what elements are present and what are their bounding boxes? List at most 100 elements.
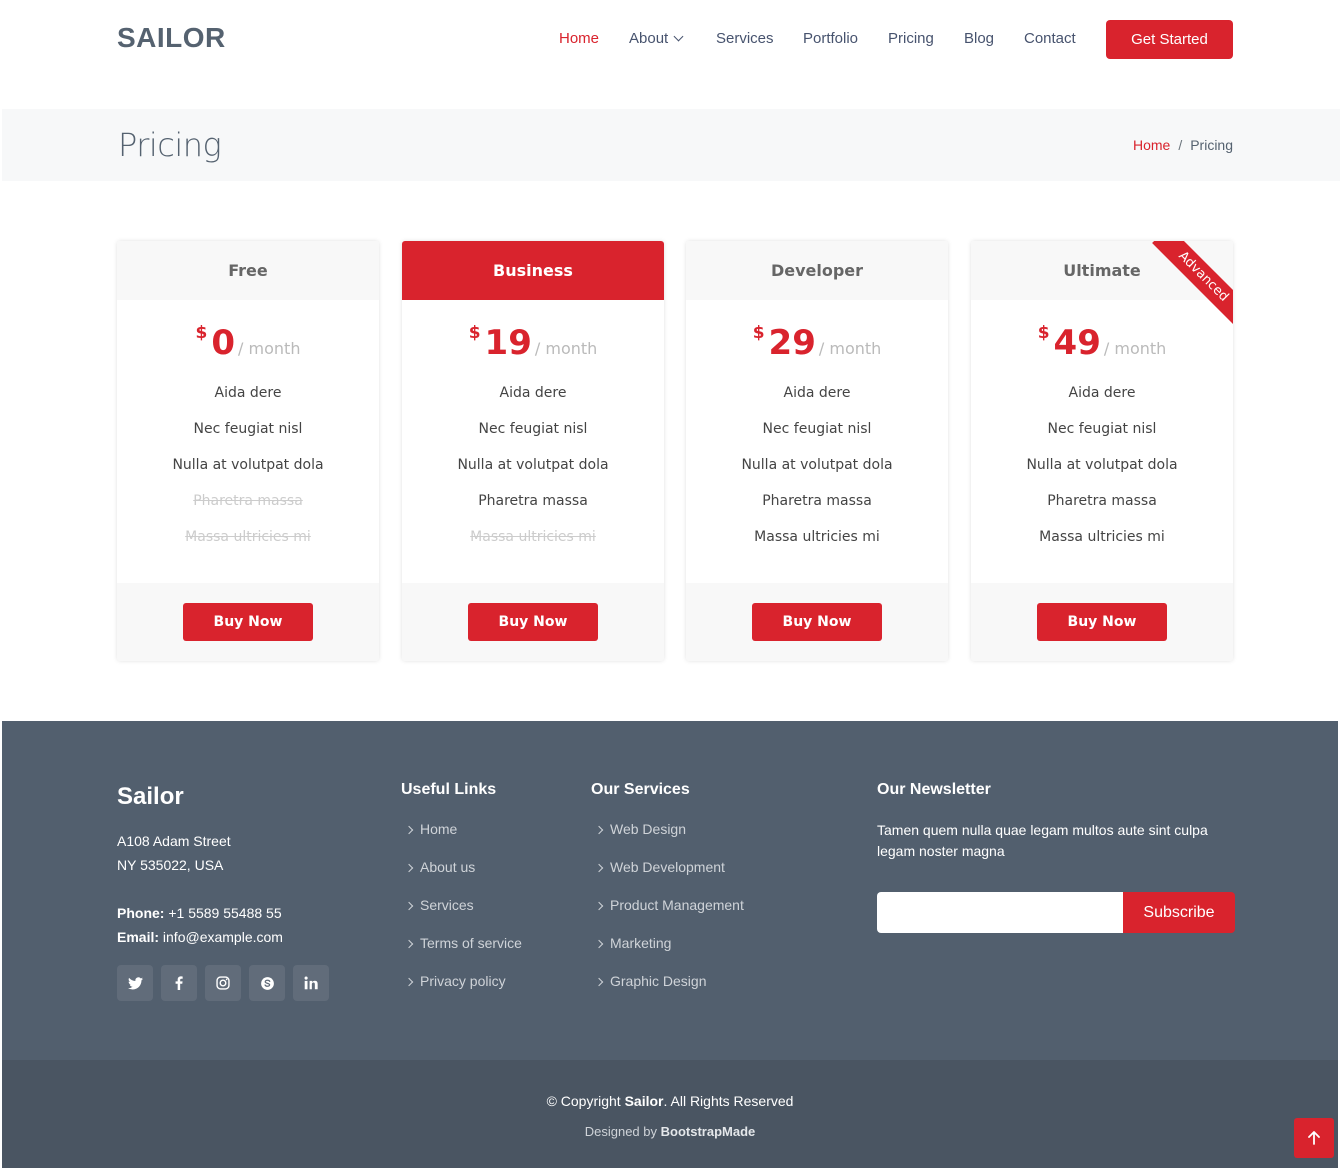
- feature-item: Massa ultricies mi: [754, 529, 880, 545]
- feature-list: Aida dere Nec feugiat nisl Nulla at volu…: [402, 381, 664, 561]
- credits-prefix: Designed by: [584, 1124, 658, 1139]
- newsletter-text: Tamen quem nulla quae legam multos aute …: [877, 822, 1208, 859]
- plan-name: Developer: [686, 241, 948, 300]
- feature-item: Aida dere: [783, 385, 851, 401]
- buy-now-button[interactable]: Buy Now: [468, 603, 598, 641]
- plan-price: $49/ month: [971, 323, 1233, 363]
- address-line: A108 Adam Street: [117, 833, 231, 849]
- footer-link-about[interactable]: About us: [401, 859, 522, 897]
- feature-item: Nulla at volutpat dola: [172, 457, 324, 473]
- linkedin-icon[interactable]: [293, 965, 329, 1001]
- feature-item: Aida dere: [499, 385, 567, 401]
- copyright-brand: Sailor: [624, 1093, 664, 1109]
- breadcrumb-separator: /: [1178, 137, 1183, 153]
- back-to-top-button[interactable]: [1294, 1118, 1334, 1158]
- pricing-card-free: Free $0/ month Aida dere Nec feugiat nis…: [117, 241, 379, 661]
- our-services-title: Our Services: [591, 781, 690, 798]
- feature-item: Massa ultricies mi: [1039, 529, 1165, 545]
- chevron-right-icon: [594, 863, 604, 873]
- footer-brand: Sailor: [117, 783, 184, 810]
- footer-link-home[interactable]: Home: [401, 821, 522, 859]
- footer-link-label: Privacy policy: [420, 973, 506, 989]
- card-footer: Buy Now: [971, 583, 1233, 661]
- feature-item-unavailable: Massa ultricies mi: [470, 529, 596, 545]
- price-amount: 0: [211, 323, 236, 363]
- nav-about-label: About: [629, 30, 669, 47]
- twitter-icon[interactable]: [117, 965, 153, 1001]
- address-line: NY 535022, USA: [117, 857, 224, 873]
- price-amount: 49: [1053, 323, 1101, 363]
- breadcrumb: Home / Pricing: [1133, 137, 1233, 153]
- arrow-up-icon: [1308, 1131, 1320, 1145]
- email-line: Email: info@example.com: [117, 925, 283, 949]
- copyright-suffix: . All Rights Reserved: [663, 1093, 794, 1109]
- subscribe-button[interactable]: Subscribe: [1123, 892, 1235, 933]
- buy-now-button[interactable]: Buy Now: [183, 603, 313, 641]
- breadcrumb-home-link[interactable]: Home: [1133, 137, 1170, 153]
- useful-links-title: Useful Links: [401, 781, 497, 798]
- price-period: / month: [1103, 339, 1167, 358]
- nav-pricing[interactable]: Pricing: [888, 30, 934, 47]
- feature-item: Nec feugiat nisl: [193, 421, 303, 437]
- feature-item: Nec feugiat nisl: [762, 421, 872, 437]
- instagram-icon[interactable]: [205, 965, 241, 1001]
- footer-link-label: Graphic Design: [610, 973, 707, 989]
- nav-portfolio[interactable]: Portfolio: [803, 30, 858, 47]
- feature-list: Aida dere Nec feugiat nisl Nulla at volu…: [117, 381, 379, 561]
- footer-link-terms[interactable]: Terms of service: [401, 935, 522, 973]
- footer-link-label: About us: [420, 859, 476, 875]
- feature-list: Aida dere Nec feugiat nisl Nulla at volu…: [971, 381, 1233, 561]
- chevron-right-icon: [404, 863, 414, 873]
- buy-now-button[interactable]: Buy Now: [752, 603, 882, 641]
- feature-item: Aida dere: [1068, 385, 1136, 401]
- footer-service-link[interactable]: Web Design: [591, 821, 744, 859]
- newsletter-title: Our Newsletter: [877, 781, 991, 798]
- footer-contact: Phone: +1 5589 55488 55 Email: info@exam…: [117, 901, 283, 949]
- feature-item: Nulla at volutpat dola: [741, 457, 893, 473]
- copyright-prefix: © Copyright: [546, 1093, 621, 1109]
- plan-price: $19/ month: [402, 323, 664, 363]
- footer-service-link[interactable]: Web Development: [591, 859, 744, 897]
- services-list: Web Design Web Development Product Manag…: [591, 821, 744, 1011]
- newsletter-email-input[interactable]: [877, 892, 1123, 933]
- skype-icon[interactable]: [249, 965, 285, 1001]
- footer-link-label: Web Development: [610, 859, 725, 875]
- page-title: Pricing: [118, 126, 222, 164]
- nav-home[interactable]: Home: [559, 30, 599, 47]
- facebook-icon[interactable]: [161, 965, 197, 1001]
- nav-contact[interactable]: Contact: [1024, 30, 1076, 47]
- currency-symbol: $: [468, 323, 481, 343]
- phone-label: Phone:: [117, 905, 165, 921]
- chevron-right-icon: [404, 901, 414, 911]
- chevron-right-icon: [404, 825, 414, 835]
- chevron-down-icon: [673, 31, 684, 42]
- footer-service-link[interactable]: Marketing: [591, 935, 744, 973]
- breadcrumb-section: Pricing Home / Pricing: [2, 109, 1340, 181]
- card-footer: Buy Now: [117, 583, 379, 661]
- footer-link-services[interactable]: Services: [401, 897, 522, 935]
- copyright: © Copyright Sailor. All Rights Reserved: [2, 1093, 1338, 1109]
- price-amount: 29: [768, 323, 816, 363]
- credits-link[interactable]: BootstrapMade: [661, 1124, 756, 1139]
- credits: Designed by BootstrapMade: [2, 1124, 1338, 1139]
- nav-blog[interactable]: Blog: [964, 30, 994, 47]
- price-period: / month: [238, 339, 301, 358]
- email-label: Email:: [117, 929, 160, 945]
- footer-service-link[interactable]: Product Management: [591, 897, 744, 935]
- feature-item: Nulla at volutpat dola: [1026, 457, 1178, 473]
- get-started-button[interactable]: Get Started: [1106, 20, 1233, 59]
- footer-service-link[interactable]: Graphic Design: [591, 973, 744, 1011]
- buy-now-button[interactable]: Buy Now: [1037, 603, 1167, 641]
- pricing-card-ultimate: Ultimate Advanced $49/ month Aida dere N…: [971, 241, 1233, 661]
- card-footer: Buy Now: [686, 583, 948, 661]
- breadcrumb-current: Pricing: [1190, 137, 1233, 153]
- feature-item-unavailable: Massa ultricies mi: [185, 529, 311, 545]
- nav-services[interactable]: Services: [716, 30, 774, 47]
- nav-about[interactable]: About: [629, 30, 684, 47]
- chevron-right-icon: [594, 939, 604, 949]
- phone-line: Phone: +1 5589 55488 55: [117, 901, 283, 925]
- footer-link-privacy[interactable]: Privacy policy: [401, 973, 522, 1011]
- chevron-right-icon: [404, 939, 414, 949]
- feature-item: Pharetra massa: [478, 493, 588, 509]
- price-period: / month: [534, 339, 598, 358]
